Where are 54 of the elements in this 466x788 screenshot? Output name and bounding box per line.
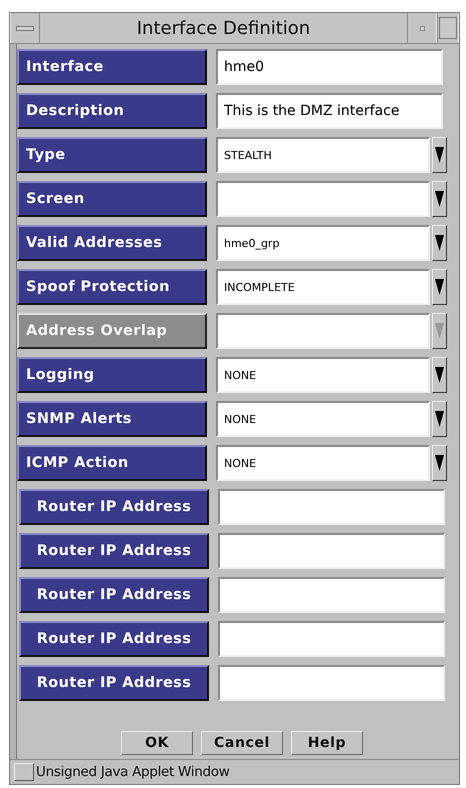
caret-icon bbox=[435, 410, 444, 428]
text-field[interactable] bbox=[218, 489, 445, 525]
dropdown-button[interactable] bbox=[432, 181, 447, 217]
window-menu-icon[interactable] bbox=[16, 26, 34, 30]
dialog-button[interactable]: OK bbox=[121, 731, 194, 755]
combo-field[interactable]: NONE bbox=[216, 445, 430, 481]
field-label: Address Overlap bbox=[17, 313, 207, 349]
field-label: Valid Addresses bbox=[17, 225, 207, 261]
combo-field[interactable]: STEALTH bbox=[216, 137, 430, 173]
field-label: Interface bbox=[17, 49, 207, 85]
field-label: Type bbox=[17, 137, 207, 173]
caret-icon bbox=[435, 322, 444, 340]
field-label: ICMP Action bbox=[17, 445, 207, 481]
status-indicator bbox=[14, 763, 34, 781]
dropdown-button[interactable] bbox=[432, 401, 447, 437]
dropdown-button[interactable] bbox=[432, 269, 447, 305]
dropdown-button[interactable] bbox=[432, 357, 447, 393]
field-label: Router IP Address bbox=[19, 533, 209, 569]
dropdown-button[interactable] bbox=[432, 313, 447, 349]
status-text: Unsigned Java Applet Window bbox=[36, 764, 230, 780]
window-title: Interface Definition bbox=[136, 18, 310, 38]
minimize-icon[interactable] bbox=[420, 26, 424, 30]
dialog-button[interactable]: Help bbox=[290, 731, 363, 755]
combo-field[interactable]: NONE bbox=[216, 401, 430, 437]
combo-field[interactable]: INCOMPLETE bbox=[216, 269, 430, 305]
caret-icon bbox=[435, 366, 444, 384]
caret-icon bbox=[435, 190, 444, 208]
caret-icon bbox=[435, 234, 444, 252]
field-label: Screen bbox=[17, 181, 207, 217]
caret-icon bbox=[435, 146, 444, 164]
field-label: Router IP Address bbox=[19, 621, 209, 657]
dropdown-button[interactable] bbox=[432, 137, 447, 173]
caret-icon bbox=[435, 278, 444, 296]
field-label: SNMP Alerts bbox=[17, 401, 207, 437]
field-label: Description bbox=[17, 93, 207, 129]
text-field[interactable] bbox=[218, 621, 445, 657]
dropdown-button[interactable] bbox=[432, 445, 447, 481]
field-label: Logging bbox=[17, 357, 207, 393]
dialog-button[interactable]: Cancel bbox=[201, 731, 283, 755]
field-label: Router IP Address bbox=[19, 577, 209, 613]
combo-field[interactable]: NONE bbox=[216, 357, 430, 393]
maximize-icon[interactable] bbox=[439, 17, 457, 39]
text-field[interactable]: This is the DMZ interface bbox=[216, 93, 443, 129]
combo-field[interactable]: hme0_grp bbox=[216, 225, 430, 261]
caret-icon bbox=[435, 454, 444, 472]
field-label: Router IP Address bbox=[19, 665, 209, 701]
text-field[interactable] bbox=[218, 533, 445, 569]
combo-field[interactable] bbox=[216, 181, 430, 217]
text-field[interactable] bbox=[218, 665, 445, 701]
text-field[interactable] bbox=[218, 577, 445, 613]
dropdown-button[interactable] bbox=[432, 225, 447, 261]
text-field[interactable]: hme0 bbox=[216, 49, 443, 85]
field-label: Router IP Address bbox=[19, 489, 209, 525]
field-label: Spoof Protection bbox=[17, 269, 207, 305]
